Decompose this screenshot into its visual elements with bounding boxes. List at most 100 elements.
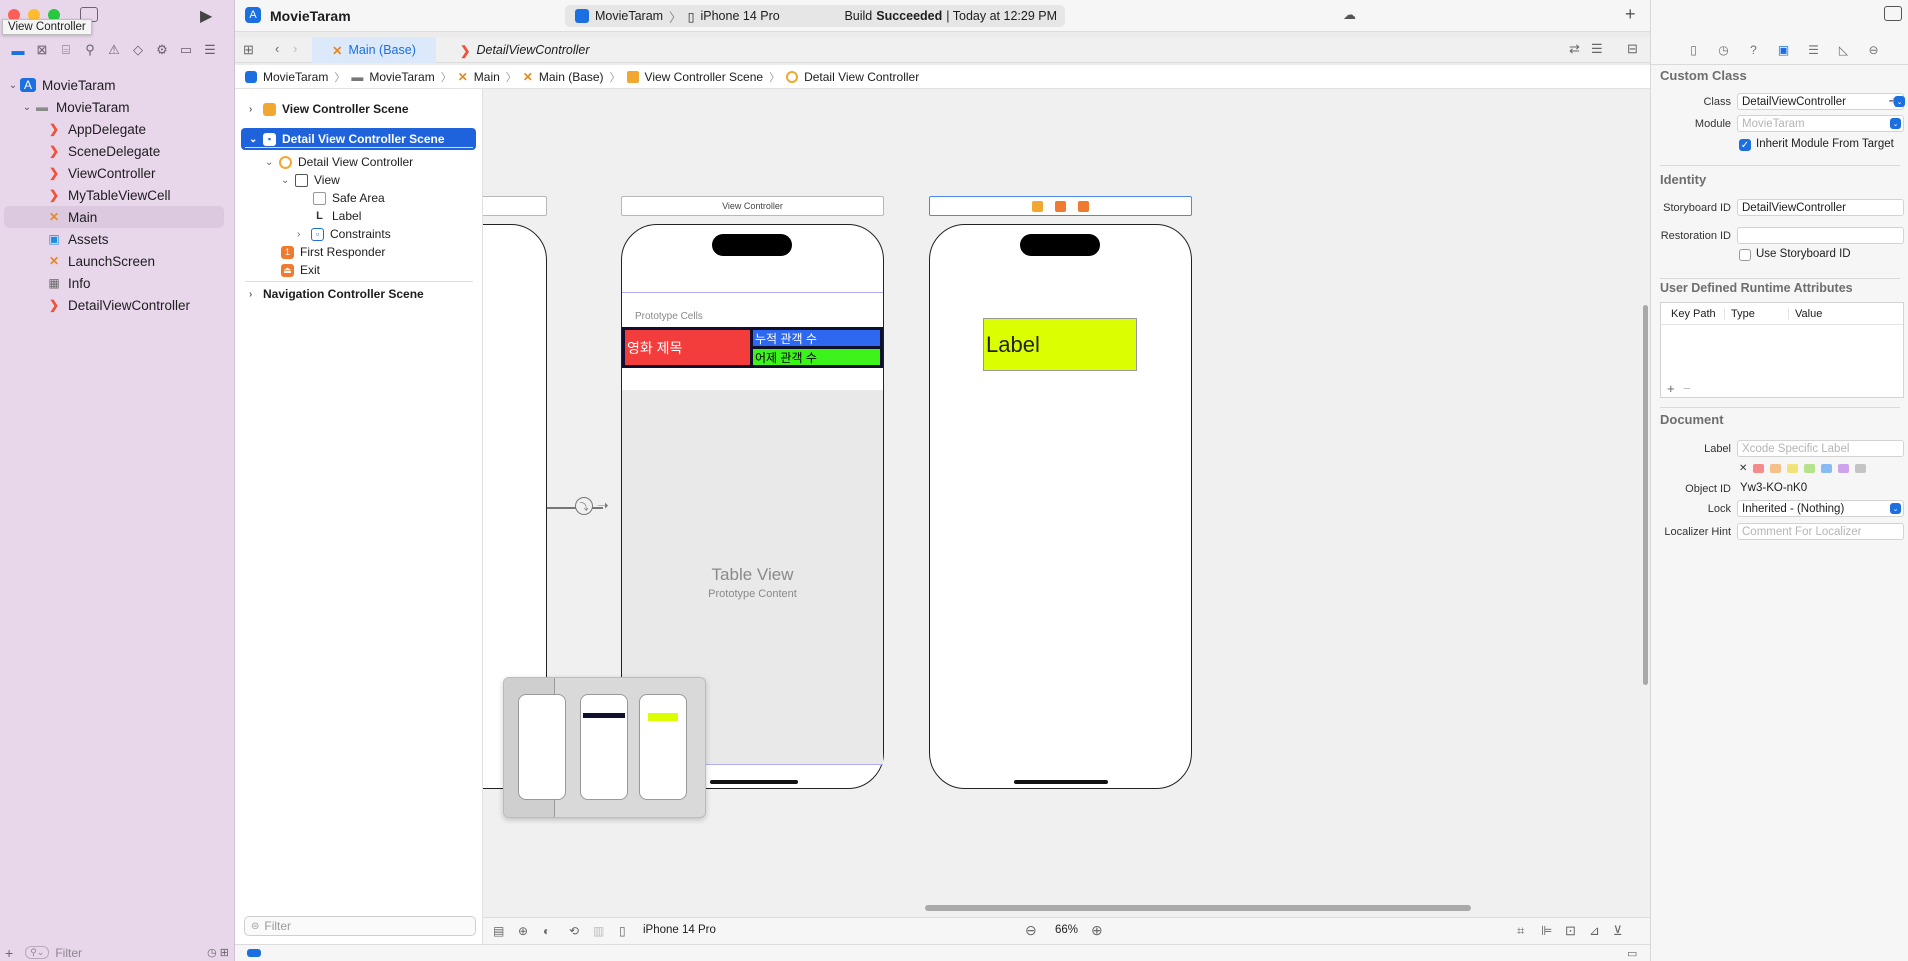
tree-item-file[interactable]: ▣ Assets — [46, 228, 108, 250]
tree-item-group[interactable]: ⌄ ▬ MovieTaram — [20, 96, 130, 118]
breadcrumb-item[interactable]: Main — [474, 70, 500, 84]
zoom-level[interactable]: 66% — [1055, 924, 1078, 936]
breakpoint-icon[interactable]: ▭ — [174, 40, 198, 60]
chevron-down-icon[interactable]: ⌄ — [1890, 118, 1901, 129]
movie-title-label[interactable]: 영화 제목 — [625, 330, 750, 365]
outline-item[interactable]: › ▫ Constraints — [297, 225, 391, 243]
scheme-device[interactable]: iPhone 14 Pro — [700, 9, 779, 23]
warning-icon[interactable]: ⚠ — [102, 40, 126, 60]
disclosure-open-icon[interactable]: ⌄ — [20, 102, 34, 113]
tab-detail-view-controller[interactable]: ❯ DetailViewController — [440, 37, 610, 63]
outline-item[interactable]: 1 First Responder — [281, 243, 385, 261]
breadcrumb-item[interactable]: Detail View Controller — [804, 70, 919, 84]
run-button[interactable]: ▶ — [200, 6, 212, 26]
disclosure-open-icon[interactable]: ⌄ — [6, 80, 20, 91]
accessibility-icon[interactable]: ⊕ — [518, 924, 528, 938]
localizer-hint-field[interactable]: Comment For Localizer — [1737, 523, 1904, 540]
source-control-icon[interactable]: ⊠ — [30, 40, 54, 60]
color-swatch[interactable] — [1855, 464, 1867, 473]
first-responder-icon[interactable] — [1055, 200, 1066, 212]
module-field[interactable]: MovieTaram ⌄ — [1737, 115, 1904, 132]
outline-item[interactable]: ⌄ Detail View Controller — [265, 153, 413, 171]
outline-toggle-icon[interactable]: ▤ — [493, 924, 504, 938]
swap-icon[interactable]: ⇄ — [1569, 41, 1580, 57]
filter-options-icon[interactable]: ⚲⌄ — [25, 946, 50, 959]
zoom-in-icon[interactable]: ⊕ — [1091, 922, 1103, 939]
view-controller-scene-bar[interactable]: View Controller — [621, 196, 884, 216]
add-constraints-icon[interactable]: ⊡ — [1565, 923, 1576, 939]
outline-item[interactable]: ⌄ View — [281, 171, 340, 189]
outline-item[interactable]: L Label — [313, 207, 361, 225]
navigator-filter-input[interactable]: Filter — [55, 946, 82, 960]
table-view-cell[interactable]: 영화 제목 누적 관객 수 어제 관객 수 — [622, 327, 883, 368]
back-icon[interactable]: ‹ — [275, 41, 279, 56]
test-icon[interactable]: ◇ — [126, 40, 150, 60]
runtime-attributes-table[interactable]: Key Path Type Value + − — [1660, 302, 1904, 398]
embed-icon[interactable]: ⊻ — [1613, 923, 1623, 939]
storyboard-canvas[interactable]: oller ⤵ ➝ View Controller Prototype Cell… — [483, 89, 1650, 917]
color-swatch[interactable] — [1821, 464, 1833, 473]
add-icon[interactable]: + — [1625, 4, 1636, 25]
tab-main-base[interactable]: ✕ Main (Base) — [312, 37, 436, 63]
split-editor-icon[interactable]: ⊟ — [1627, 41, 1638, 57]
help-inspector-icon[interactable]: ? — [1741, 40, 1766, 60]
disclosure-closed-icon[interactable]: › — [249, 104, 263, 115]
resolve-issues-icon[interactable]: ⊿ — [1589, 923, 1600, 939]
symbol-icon[interactable]: ⌸ — [54, 40, 78, 60]
folder-icon[interactable]: ▬ — [6, 40, 30, 60]
horizontal-scrollbar[interactable] — [925, 905, 1471, 911]
scheme-selector[interactable]: MovieTaram 〉 ▯ iPhone 14 Pro Build Succe… — [565, 5, 1065, 27]
attributes-inspector-icon[interactable]: ☰ — [1801, 40, 1826, 60]
size-inspector-icon[interactable]: ◺ — [1831, 40, 1856, 60]
device-label[interactable]: iPhone 14 Pro — [643, 924, 716, 936]
color-swatch[interactable] — [1838, 464, 1850, 473]
outline-item[interactable]: › View Controller Scene — [249, 100, 409, 118]
document-label-field[interactable]: Xcode Specific Label — [1737, 440, 1904, 457]
storyboard-id-field[interactable]: DetailViewController — [1737, 199, 1904, 216]
chevron-down-icon[interactable]: ⌄ — [1890, 503, 1901, 514]
update-frames-icon[interactable]: ⌗ — [1517, 923, 1524, 939]
column-header[interactable]: Value — [1789, 308, 1822, 320]
add-attribute-icon[interactable]: + — [1667, 381, 1675, 396]
outline-item[interactable]: ⏏ Exit — [281, 261, 320, 279]
view-controller-icon[interactable] — [1032, 200, 1043, 212]
column-header[interactable]: Key Path — [1661, 307, 1725, 320]
zoom-out-icon[interactable]: ⊖ — [1025, 922, 1037, 939]
canvas-minimap[interactable] — [503, 677, 706, 818]
align-icon[interactable]: ⊫ — [1541, 923, 1552, 939]
debug-area-toggle-icon[interactable] — [247, 949, 261, 957]
breadcrumb-item[interactable]: MovieTaram — [369, 70, 434, 84]
yesterday-audience-label[interactable]: 어제 관객 수 — [753, 349, 880, 365]
tree-item-file[interactable]: ❯ MyTableViewCell — [46, 184, 171, 206]
color-swatch[interactable] — [1787, 464, 1799, 473]
tree-item-file[interactable]: ❯ ViewController — [46, 162, 156, 184]
use-storyboard-id-checkbox[interactable] — [1739, 249, 1751, 261]
color-swatch[interactable] — [1770, 464, 1782, 473]
disclosure-open-icon[interactable]: ⌄ — [265, 157, 279, 168]
orientation-icon[interactable]: ⟲ — [569, 924, 579, 938]
history-inspector-icon[interactable]: ◷ — [1711, 40, 1736, 60]
breadcrumb-item[interactable]: View Controller Scene — [645, 70, 764, 84]
tree-item-file[interactable]: ✕ LaunchScreen — [46, 250, 155, 272]
class-field[interactable]: DetailViewController ➔ — [1737, 93, 1904, 110]
inspector-toggle-icon[interactable] — [1884, 6, 1902, 21]
outline-item[interactable]: Safe Area — [313, 189, 385, 207]
tree-item-file[interactable]: ❯ DetailViewController — [46, 294, 190, 316]
segue-icon[interactable]: ⤵ — [575, 497, 593, 515]
connections-inspector-icon[interactable]: ⊖ — [1861, 40, 1886, 60]
report-icon[interactable]: ☰ — [198, 40, 222, 60]
vertical-scrollbar[interactable] — [1643, 305, 1648, 685]
cloud-icon[interactable]: ☁ — [1343, 7, 1356, 23]
appearance-icon[interactable]: ◐ — [543, 924, 550, 938]
restoration-id-field[interactable] — [1737, 227, 1904, 244]
tree-item-project[interactable]: ⌄ A MovieTaram — [6, 74, 116, 96]
color-swatch[interactable] — [1804, 464, 1816, 473]
column-header[interactable]: Type — [1725, 307, 1789, 320]
outline-item[interactable]: › Navigation Controller Scene — [249, 285, 424, 303]
panel-toggle-icon[interactable]: ▭ — [1627, 947, 1637, 960]
identity-inspector-icon[interactable]: ▣ — [1771, 40, 1796, 60]
editor-options-icon[interactable]: ☰ — [1591, 41, 1603, 57]
scheme-project[interactable]: MovieTaram — [595, 9, 663, 23]
disclosure-open-icon[interactable]: ⌄ — [249, 134, 263, 145]
tree-item-file[interactable]: ❯ AppDelegate — [46, 118, 146, 140]
